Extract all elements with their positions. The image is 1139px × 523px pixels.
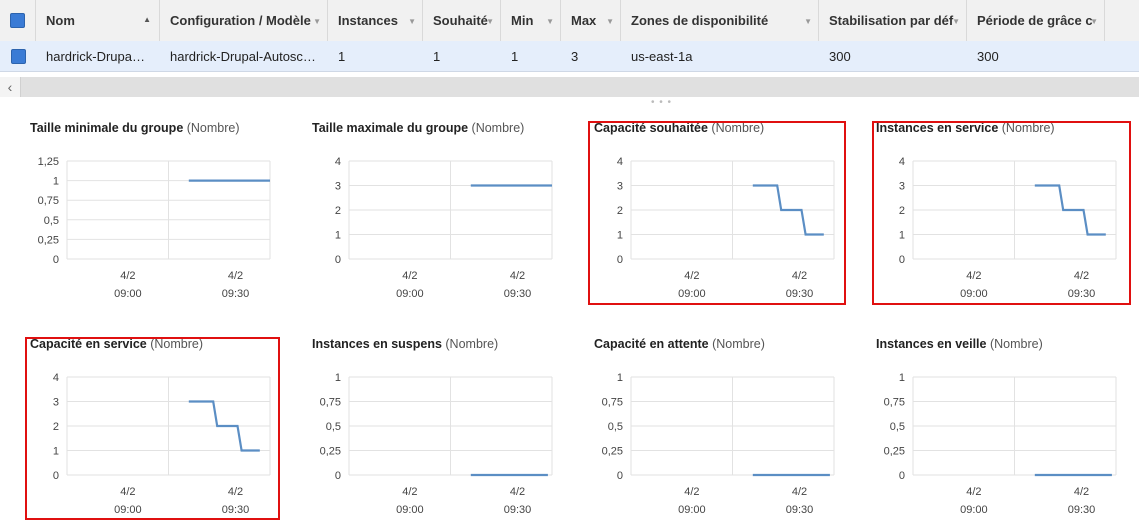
x-tick-label: 09:30 bbox=[786, 504, 814, 516]
y-tick-label: 0,25 bbox=[320, 446, 341, 458]
y-tick-label: 4 bbox=[335, 156, 341, 168]
resize-handle-icon[interactable]: • • • bbox=[651, 97, 672, 108]
x-tick-label: 09:30 bbox=[1068, 504, 1096, 516]
chart-plot: 1 0,75 0,5 0,25 0 4/2 09:00 4/2 09:30 bbox=[320, 372, 553, 516]
chevron-down-icon[interactable]: ▼ bbox=[486, 17, 494, 26]
highlight-box bbox=[872, 121, 1131, 305]
x-tick-label: 4/2 bbox=[510, 270, 525, 282]
chevron-down-icon[interactable]: ▼ bbox=[408, 17, 416, 26]
y-tick-label: 1,25 bbox=[38, 156, 59, 168]
row-checkbox[interactable] bbox=[0, 41, 36, 71]
table-row[interactable]: hardrick-Drupa… hardrick-Drupal-Autosc… … bbox=[0, 41, 1139, 72]
y-tick-label: 1 bbox=[335, 230, 341, 242]
x-tick-label: 09:30 bbox=[504, 288, 532, 300]
chevron-down-icon[interactable]: ▼ bbox=[606, 17, 614, 26]
y-tick-label: 0,25 bbox=[38, 234, 59, 246]
chevron-down-icon[interactable]: ▼ bbox=[546, 17, 554, 26]
horizontal-scrollbar[interactable]: ‹ bbox=[0, 77, 1139, 97]
cell-zones: us-east-1a bbox=[631, 48, 693, 64]
chart-plot: 1 0,75 0,5 0,25 0 4/2 09:00 4/2 09:30 bbox=[884, 372, 1117, 516]
x-tick-label: 4/2 bbox=[684, 486, 699, 498]
metric-chart: Taille minimale du groupe (Nombre) 1,25 1 0… bbox=[22, 115, 292, 300]
metric-chart: Capacité en attente (Nombre) 1 0,75 0,5 0,25… bbox=[586, 331, 856, 516]
y-tick-label: 1 bbox=[53, 176, 59, 188]
y-tick-label: 0 bbox=[335, 254, 341, 266]
cell-name: hardrick-Drupa… bbox=[46, 48, 145, 64]
x-tick-label: 4/2 bbox=[792, 486, 807, 498]
y-tick-label: 0,25 bbox=[884, 446, 905, 458]
x-tick-label: 4/2 bbox=[402, 486, 417, 498]
column-header-zones[interactable]: Zones de disponibilité ▼ bbox=[621, 0, 819, 41]
y-tick-label: 0,5 bbox=[608, 421, 623, 433]
highlight-box bbox=[588, 121, 846, 305]
y-tick-label: 0,75 bbox=[38, 195, 59, 207]
y-tick-label: 0,5 bbox=[44, 215, 59, 227]
x-tick-label: 09:00 bbox=[396, 504, 424, 516]
x-tick-label: 09:00 bbox=[114, 288, 142, 300]
chart-plot: 1,25 1 0,75 0,5 0,25 0 4/2 09:00 4/2 09:30 bbox=[38, 156, 271, 300]
chart-plot: 1 0,75 0,5 0,25 0 4/2 09:00 4/2 09:30 bbox=[602, 372, 835, 516]
column-header-cooldown[interactable]: Stabilisation par déf ▼ bbox=[819, 0, 967, 41]
cell-max: 3 bbox=[571, 48, 579, 64]
cell-grace-period: 300 bbox=[977, 48, 999, 64]
highlight-box bbox=[25, 337, 280, 520]
column-header-max[interactable]: Max ▼ bbox=[561, 0, 621, 41]
y-tick-label: 0,75 bbox=[884, 397, 905, 409]
x-tick-label: 4/2 bbox=[120, 270, 135, 282]
y-tick-label: 2 bbox=[335, 205, 341, 217]
metric-chart: Taille maximale du groupe (Nombre) 4 3 2 1 0 4… bbox=[304, 115, 574, 300]
cell-config: hardrick-Drupal-Autosc… bbox=[170, 48, 316, 64]
column-header-min[interactable]: Min ▼ bbox=[501, 0, 561, 41]
grid-header: Nom ▲ Configuration / Modèle ▼ Instances ▼ … bbox=[0, 0, 1139, 42]
x-tick-label: 4/2 bbox=[1074, 486, 1089, 498]
cell-cooldown: 300 bbox=[829, 48, 851, 64]
x-tick-label: 09:30 bbox=[222, 288, 250, 300]
column-header-desired[interactable]: Souhaité ▼ bbox=[423, 0, 501, 41]
y-tick-label: 0,5 bbox=[326, 421, 341, 433]
x-tick-label: 4/2 bbox=[510, 486, 525, 498]
chevron-left-icon[interactable]: ‹ bbox=[0, 77, 21, 97]
cell-instances: 1 bbox=[338, 48, 346, 64]
y-tick-label: 0 bbox=[899, 470, 905, 482]
column-header-grace-period[interactable]: Période de grâce c ▼ bbox=[967, 0, 1105, 41]
y-tick-label: 3 bbox=[335, 181, 341, 193]
chevron-down-icon[interactable]: ▼ bbox=[313, 17, 321, 26]
chevron-down-icon[interactable]: ▼ bbox=[804, 17, 812, 26]
cell-min: 1 bbox=[511, 48, 519, 64]
y-tick-label: 0,25 bbox=[602, 446, 623, 458]
x-tick-label: 09:00 bbox=[960, 504, 988, 516]
column-header-instances[interactable]: Instances ▼ bbox=[328, 0, 423, 41]
select-all-checkbox[interactable] bbox=[0, 0, 36, 41]
y-tick-label: 1 bbox=[899, 372, 905, 384]
x-tick-label: 4/2 bbox=[402, 270, 417, 282]
y-tick-label: 0 bbox=[617, 470, 623, 482]
cell-desired: 1 bbox=[433, 48, 441, 64]
chart-plot: 4 3 2 1 0 4/2 09:00 4/2 09:30 bbox=[335, 156, 553, 300]
chevron-down-icon[interactable]: ▼ bbox=[952, 17, 960, 26]
column-header-name[interactable]: Nom ▲ bbox=[36, 0, 160, 41]
metric-chart: Instances en suspens (Nombre) 1 0,75 0,5 0,2… bbox=[304, 331, 574, 516]
x-tick-label: 09:00 bbox=[396, 288, 424, 300]
x-tick-label: 09:30 bbox=[504, 504, 532, 516]
column-header-config[interactable]: Configuration / Modèle ▼ bbox=[160, 0, 328, 41]
x-tick-label: 09:00 bbox=[678, 504, 706, 516]
x-tick-label: 4/2 bbox=[228, 270, 243, 282]
y-tick-label: 0 bbox=[335, 470, 341, 482]
chevron-down-icon[interactable]: ▼ bbox=[1090, 17, 1098, 26]
x-tick-label: 4/2 bbox=[966, 486, 981, 498]
y-tick-label: 0,5 bbox=[890, 421, 905, 433]
sort-asc-icon: ▲ bbox=[143, 15, 151, 24]
y-tick-label: 1 bbox=[617, 372, 623, 384]
metric-chart: Instances en veille (Nombre) 1 0,75 0,5 0,25… bbox=[868, 331, 1138, 516]
y-tick-label: 1 bbox=[335, 372, 341, 384]
y-tick-label: 0,75 bbox=[320, 397, 341, 409]
y-tick-label: 0 bbox=[53, 254, 59, 266]
y-tick-label: 0,75 bbox=[602, 397, 623, 409]
